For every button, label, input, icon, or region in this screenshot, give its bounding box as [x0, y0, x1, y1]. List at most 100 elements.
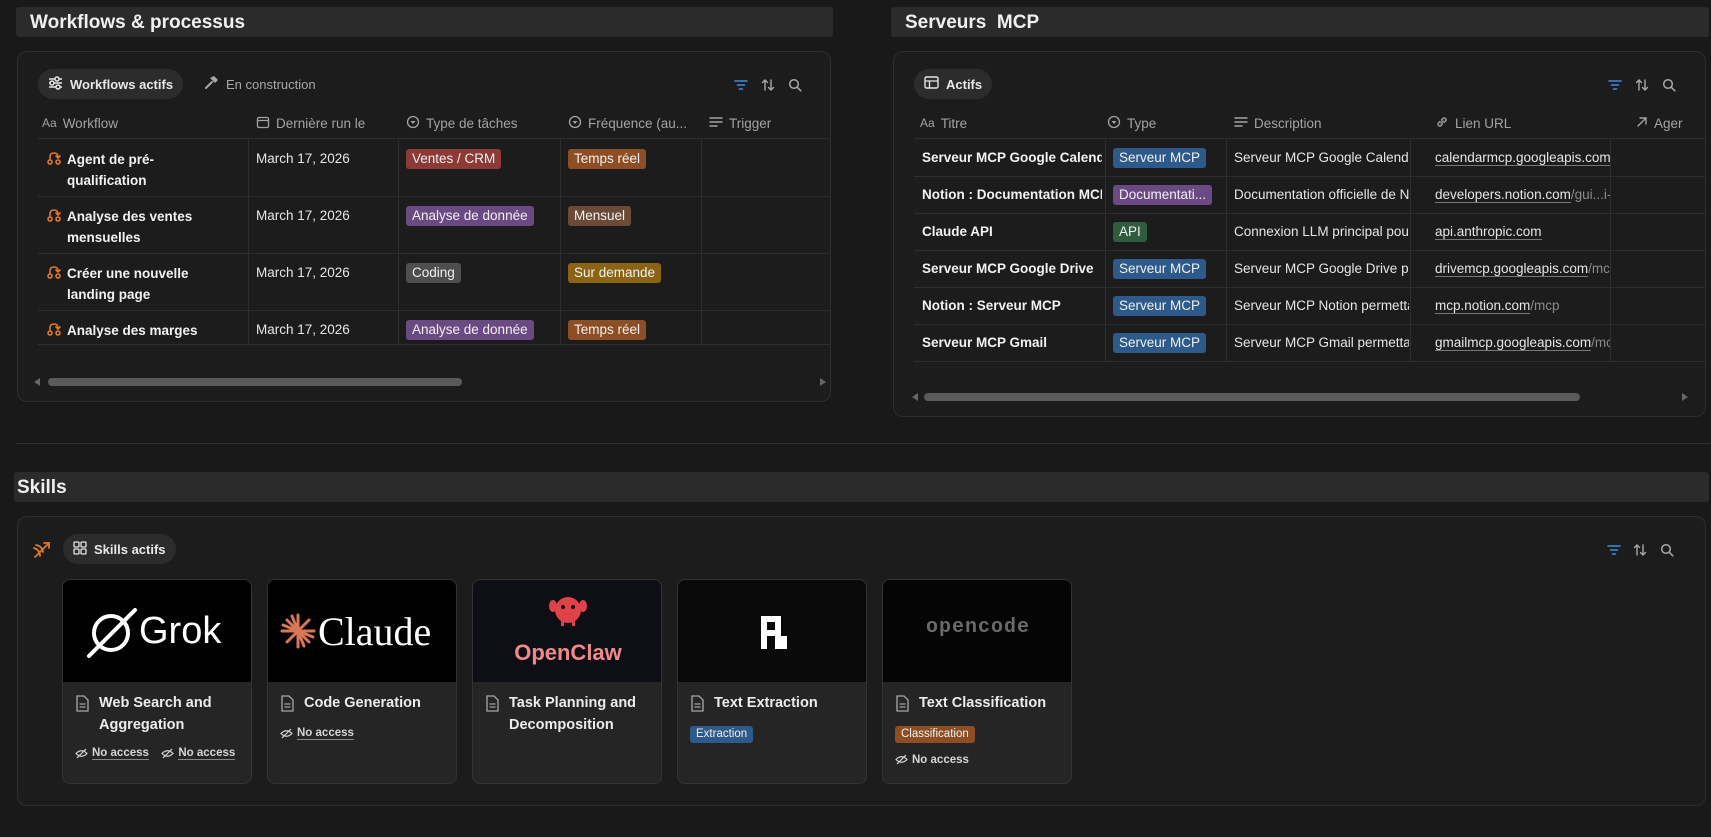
- column-header-task-type[interactable]: Type de tâches: [406, 107, 561, 139]
- table-row[interactable]: Agent de pré- qualification March 17, 20…: [38, 140, 830, 197]
- mcp-url-cell[interactable]: mcp.notion.com/mcp: [1435, 288, 1610, 324]
- sort-icon[interactable]: [1633, 76, 1651, 94]
- mcp-description-cell[interactable]: Serveur MCP Gmail permettant: [1234, 325, 1409, 361]
- mcp-url-cell[interactable]: calendarmcp.googleapis.com/m: [1435, 140, 1610, 176]
- workflow-name-cell[interactable]: Créer une nouvelle landing page: [42, 254, 227, 310]
- tab-actifs[interactable]: Actifs: [914, 69, 993, 99]
- column-header-description[interactable]: Description: [1234, 107, 1409, 139]
- column-header-trigger[interactable]: Trigger: [709, 107, 829, 139]
- table-row[interactable]: Notion : Serveur MCP Serveur MCP Serveur…: [914, 288, 1705, 325]
- mcp-title-cell[interactable]: Serveur MCP Google Calendar: [922, 140, 1102, 176]
- mcp-type-cell[interactable]: API: [1113, 214, 1225, 250]
- mcp-url-link[interactable]: gmailmcp.googleapis.com: [1435, 335, 1592, 351]
- mcp-url-cell[interactable]: api.anthropic.com: [1435, 214, 1610, 250]
- scroll-left-icon[interactable]: [912, 393, 918, 401]
- last-run-cell[interactable]: March 17, 2026: [256, 254, 386, 310]
- frequency-cell[interactable]: Sur demande: [568, 254, 700, 310]
- mcp-type-cell[interactable]: Documentati...: [1113, 177, 1225, 213]
- filter-icon[interactable]: [732, 76, 750, 94]
- mcp-description-cell[interactable]: Serveur MCP Notion permettan: [1234, 288, 1409, 324]
- mcp-description-cell[interactable]: Documentation officielle de No: [1234, 177, 1409, 213]
- column-header-type[interactable]: Type: [1107, 107, 1217, 139]
- search-icon[interactable]: [1658, 541, 1676, 559]
- workflow-name-cell[interactable]: Analyse des ventes mensuelles: [42, 197, 227, 253]
- table-row[interactable]: Analyse des marges March 17, 2026 Analys…: [38, 311, 830, 345]
- frequency-cell[interactable]: Temps réel: [568, 311, 700, 344]
- search-icon[interactable]: [1660, 76, 1678, 94]
- skill-card-task-planning[interactable]: OpenClaw Task Planning and Decomposition: [472, 579, 662, 784]
- task-type-cell[interactable]: Ventes / CRM: [406, 140, 556, 196]
- task-type-cell[interactable]: Coding: [406, 254, 556, 310]
- last-run-cell[interactable]: March 17, 2026: [256, 197, 386, 253]
- skill-card-text-extraction[interactable]: Text Extraction Extraction: [677, 579, 867, 784]
- mcp-agent-cell[interactable]: [1611, 251, 1705, 287]
- trigger-cell[interactable]: [702, 254, 830, 310]
- mcp-agent-cell[interactable]: [1611, 325, 1705, 361]
- sort-icon[interactable]: [759, 76, 777, 94]
- mcp-agent-cell[interactable]: [1611, 288, 1705, 324]
- mcp-description-cell[interactable]: Serveur MCP Google Drive pour: [1234, 251, 1409, 287]
- mcp-title-cell[interactable]: Serveur MCP Gmail: [922, 325, 1102, 361]
- mcp-url-link[interactable]: calendarmcp.googleapis.com: [1435, 150, 1610, 166]
- search-icon[interactable]: [786, 76, 804, 94]
- workflow-name-cell[interactable]: Agent de pré- qualification: [42, 140, 227, 196]
- mcp-agent-cell[interactable]: [1611, 177, 1705, 213]
- trigger-cell[interactable]: [702, 140, 830, 196]
- scroll-left-icon[interactable]: [34, 378, 40, 386]
- filter-icon[interactable]: [1605, 541, 1623, 559]
- column-header-last-run[interactable]: Dernière run le: [256, 107, 386, 139]
- table-row[interactable]: Serveur MCP Google Calendar Serveur MCP …: [914, 140, 1705, 177]
- column-header-agent[interactable]: Ager: [1636, 107, 1705, 139]
- mcp-url-cell[interactable]: gmailmcp.googleapis.com/mcp: [1435, 325, 1610, 361]
- column-header-frequency[interactable]: Fréquence (au...: [568, 107, 700, 139]
- table-row[interactable]: Analyse des ventes mensuelles March 17, …: [38, 197, 830, 254]
- mcp-url-link[interactable]: developers.notion.com: [1435, 187, 1571, 203]
- skill-card-code-generation[interactable]: Claude Code Generation No access: [267, 579, 457, 784]
- access-badge[interactable]: No access: [280, 727, 354, 740]
- tab-en-construction[interactable]: En construction: [194, 69, 326, 99]
- column-header-workflow[interactable]: Aa Workflow: [42, 107, 227, 139]
- scroll-thumb[interactable]: [924, 393, 1580, 401]
- mcp-title-cell[interactable]: Claude API: [922, 214, 1102, 250]
- table-row[interactable]: Serveur MCP Google Drive Serveur MCP Ser…: [914, 251, 1705, 288]
- tab-workflows-actifs[interactable]: Workflows actifs: [38, 69, 184, 99]
- frequency-cell[interactable]: Temps réel: [568, 140, 700, 196]
- mcp-type-cell[interactable]: Serveur MCP: [1113, 140, 1225, 176]
- mcp-horizontal-scrollbar[interactable]: [912, 392, 1690, 402]
- mcp-description-cell[interactable]: Serveur MCP Google Calendar p: [1234, 140, 1409, 176]
- last-run-cell[interactable]: March 17, 2026: [256, 311, 386, 344]
- table-row[interactable]: Notion : Documentation MCP Documentati..…: [914, 177, 1705, 214]
- scroll-thumb[interactable]: [48, 378, 462, 386]
- mcp-url-cell[interactable]: developers.notion.com/gui...i-t: [1435, 177, 1610, 213]
- scroll-right-icon[interactable]: [1682, 393, 1688, 401]
- mcp-url-cell[interactable]: drivemcp.googleapis.com/mcp: [1435, 251, 1610, 287]
- table-row[interactable]: Claude API API Connexion LLM principal p…: [914, 214, 1705, 251]
- mcp-description-cell[interactable]: Connexion LLM principal pour t: [1234, 214, 1409, 250]
- trigger-cell[interactable]: [702, 197, 830, 253]
- access-badge[interactable]: No access: [161, 747, 236, 760]
- table-row[interactable]: Serveur MCP Gmail Serveur MCP Serveur MC…: [914, 325, 1705, 362]
- column-header-url[interactable]: Lien URL: [1435, 107, 1610, 139]
- sort-icon[interactable]: [1631, 541, 1649, 559]
- workflow-name-cell[interactable]: Analyse des marges: [42, 311, 227, 344]
- access-badge[interactable]: No access: [895, 754, 969, 766]
- mcp-title-cell[interactable]: Notion : Documentation MCP: [922, 177, 1102, 213]
- mcp-agent-cell[interactable]: [1611, 214, 1705, 250]
- mcp-url-link[interactable]: mcp.notion.com: [1435, 298, 1531, 314]
- skill-card-web-search[interactable]: Grok Web Search and Aggregation No acces…: [62, 579, 252, 784]
- filter-icon[interactable]: [1606, 76, 1624, 94]
- column-header-titre[interactable]: Aa Titre: [920, 107, 1100, 139]
- scroll-right-icon[interactable]: [820, 378, 826, 386]
- mcp-title-cell[interactable]: Notion : Serveur MCP: [922, 288, 1102, 324]
- mcp-url-link[interactable]: drivemcp.googleapis.com: [1435, 261, 1589, 277]
- access-badge[interactable]: No access: [75, 747, 149, 760]
- mcp-agent-cell[interactable]: [1611, 140, 1705, 176]
- frequency-cell[interactable]: Mensuel: [568, 197, 700, 253]
- mcp-type-cell[interactable]: Serveur MCP: [1113, 288, 1225, 324]
- mcp-url-link[interactable]: api.anthropic.com: [1435, 224, 1542, 240]
- mcp-type-cell[interactable]: Serveur MCP: [1113, 251, 1225, 287]
- last-run-cell[interactable]: March 17, 2026: [256, 140, 386, 196]
- mcp-title-cell[interactable]: Serveur MCP Google Drive: [922, 251, 1102, 287]
- trigger-cell[interactable]: [702, 311, 830, 344]
- tab-skills-actifs[interactable]: Skills actifs: [63, 534, 176, 564]
